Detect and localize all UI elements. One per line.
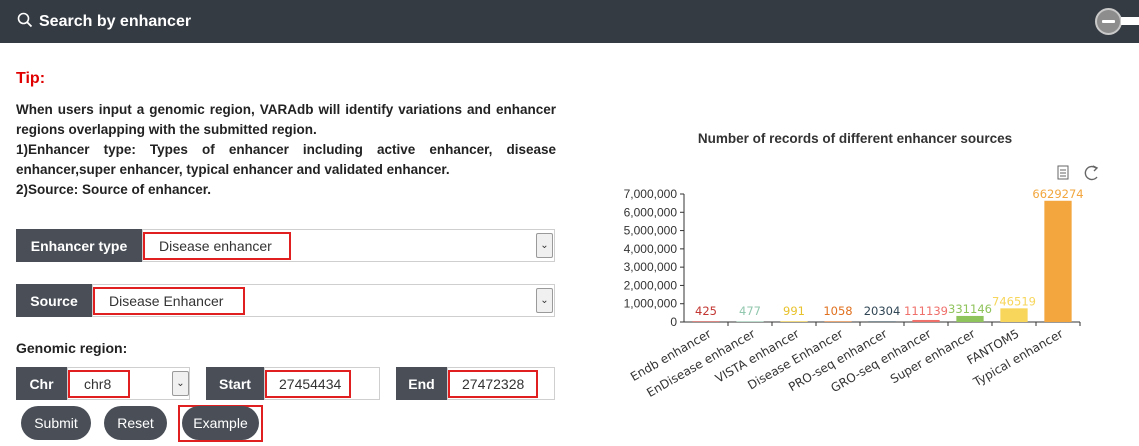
y-tick-label: 3,000,000 bbox=[624, 260, 678, 274]
chart-bar[interactable] bbox=[956, 315, 984, 322]
minus-circle-icon[interactable] bbox=[1095, 8, 1122, 35]
y-tick-label: 6,000,000 bbox=[624, 205, 678, 219]
header-decoration bbox=[1121, 17, 1139, 25]
chart-bar[interactable] bbox=[780, 321, 808, 322]
start-label: Start bbox=[206, 367, 264, 400]
chart-bar[interactable] bbox=[736, 321, 764, 322]
tip-title: Tip: bbox=[16, 70, 46, 87]
source-label: Source bbox=[16, 284, 92, 317]
y-tick-label: 5,000,000 bbox=[624, 224, 678, 238]
chart-bar[interactable] bbox=[824, 321, 852, 322]
genomic-region-label: Genomic region: bbox=[16, 340, 128, 356]
y-tick-label: 0 bbox=[670, 315, 677, 329]
chevron-down-icon[interactable]: ⌄ bbox=[536, 233, 553, 258]
chevron-down-icon[interactable]: ⌄ bbox=[536, 288, 553, 313]
chart-title: Number of records of different enhancer … bbox=[697, 131, 1013, 146]
end-value: 27472328 bbox=[448, 370, 538, 398]
data-label: 20304 bbox=[864, 304, 901, 318]
data-label: 991 bbox=[783, 304, 805, 318]
start-input[interactable]: 27454434 bbox=[264, 367, 380, 400]
end-label: End bbox=[396, 367, 447, 400]
chart-bar[interactable] bbox=[868, 321, 896, 322]
chart-bar[interactable] bbox=[692, 321, 720, 322]
enhancer-type-label: Enhancer type bbox=[16, 229, 142, 262]
tip-line: 2)Source: Source of enhancer. bbox=[16, 182, 212, 197]
y-tick-label: 1,000,000 bbox=[624, 297, 678, 311]
data-label: 746519 bbox=[992, 294, 1036, 308]
data-label: 6629274 bbox=[1032, 187, 1083, 201]
y-tick-label: 7,000,000 bbox=[624, 187, 678, 201]
enhancer-type-select[interactable]: Disease enhancer ⌄ bbox=[142, 229, 555, 262]
example-button[interactable]: Example bbox=[182, 406, 259, 440]
chart-bar[interactable] bbox=[1000, 308, 1028, 322]
chevron-down-icon[interactable]: ⌄ bbox=[172, 371, 189, 396]
refresh-icon[interactable] bbox=[1084, 165, 1099, 181]
data-label: 111139 bbox=[904, 304, 948, 318]
search-icon bbox=[17, 12, 33, 28]
end-input[interactable]: 27472328 bbox=[447, 367, 555, 400]
chart-bar[interactable] bbox=[912, 319, 940, 322]
y-tick-label: 4,000,000 bbox=[624, 242, 678, 256]
source-select[interactable]: Disease Enhancer ⌄ bbox=[92, 284, 555, 317]
panel-header: Search by enhancer bbox=[0, 0, 1139, 43]
chr-label: Chr bbox=[16, 367, 67, 400]
submit-button[interactable]: Submit bbox=[21, 406, 91, 440]
start-value: 27454434 bbox=[265, 370, 351, 398]
y-tick-label: 2,000,000 bbox=[624, 278, 678, 292]
chart-bar[interactable] bbox=[1044, 200, 1072, 322]
reset-button[interactable]: Reset bbox=[104, 406, 167, 440]
tip-text: When users input a genomic region, VARAd… bbox=[16, 100, 556, 200]
data-label: 477 bbox=[739, 304, 761, 318]
data-label: 425 bbox=[695, 304, 717, 318]
chr-select[interactable]: chr8 ⌄ bbox=[67, 367, 190, 400]
data-label: 1058 bbox=[823, 304, 852, 318]
panel-title: Search by enhancer bbox=[39, 13, 192, 30]
data-label: 331146 bbox=[948, 302, 992, 316]
tip-line: When users input a genomic region, VARAd… bbox=[16, 102, 556, 137]
chr-value: chr8 bbox=[68, 370, 130, 398]
source-value: Disease Enhancer bbox=[93, 287, 245, 315]
tip-line: 1)Enhancer type: Types of enhancer inclu… bbox=[16, 142, 556, 177]
enhancer-type-value: Disease enhancer bbox=[143, 232, 291, 260]
document-icon[interactable] bbox=[1057, 165, 1069, 180]
bar-chart: 0 1,000,000 2,000,000 3,000,000 4,000,000 5,0… bbox=[624, 165, 1099, 400]
